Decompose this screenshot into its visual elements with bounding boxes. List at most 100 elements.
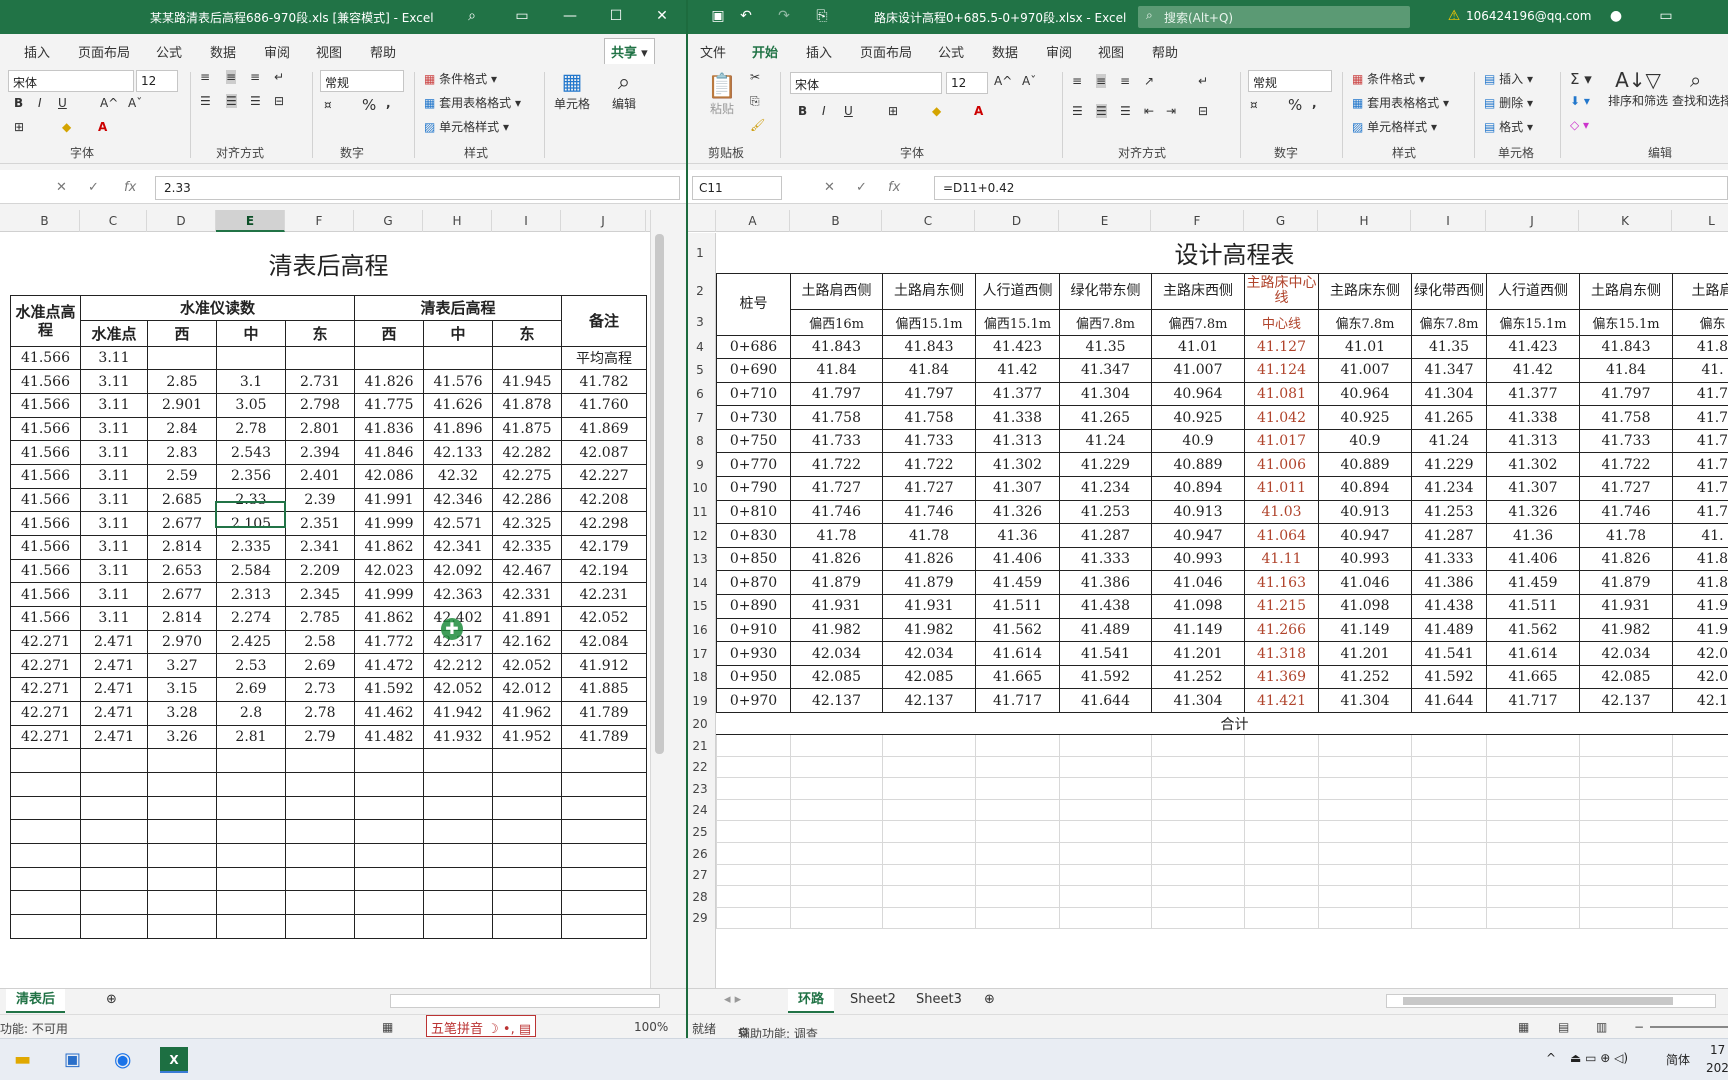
table-cell[interactable] [285,345,355,371]
column-header[interactable]: B [10,210,80,232]
table-cell[interactable]: 2.685 [147,487,217,513]
table-cell[interactable]: 42.231 [560,582,648,608]
table-cell[interactable]: 0+890 [716,594,791,619]
table-cell[interactable]: 40.993 [1151,546,1245,572]
border-icon[interactable]: ⊞ [14,120,24,134]
wrap-text-icon[interactable]: ↵ [1198,74,1208,88]
empty-cell[interactable] [1672,906,1728,930]
table-cell[interactable]: 42.052 [560,606,648,631]
table-cell[interactable]: 41.78 [790,523,883,548]
table-cell[interactable]: 41.489 [1059,617,1152,643]
empty-cell[interactable] [1579,841,1673,865]
table-cell[interactable]: 40.9 [1151,428,1245,454]
table-cell[interactable]: 41.932 [423,724,493,750]
empty-cell[interactable] [1318,841,1412,865]
empty-cell[interactable] [492,890,562,915]
table-cell[interactable]: 41.8 [1672,334,1728,360]
table-cell[interactable]: 2.401 [285,463,355,489]
column-header[interactable]: F [285,210,354,232]
table-cell[interactable]: 41.541 [1411,641,1487,666]
table-cell[interactable]: 0+970 [716,688,791,713]
table-cell[interactable]: 41.843 [1579,334,1673,360]
table-cell[interactable]: 41.566 [10,463,81,489]
table-cell[interactable]: 41.11 [1244,546,1319,572]
table-cell[interactable]: 41.318 [1244,641,1319,666]
table-cell[interactable]: 41.438 [1059,594,1152,619]
table-cell[interactable]: 41.253 [1411,499,1487,525]
table-cell[interactable]: 41.017 [1244,428,1319,454]
column-header[interactable]: J [561,210,646,232]
row-number[interactable]: 27 [688,864,712,886]
column-header[interactable]: L [1672,210,1728,232]
table-cell[interactable]: 41.377 [975,381,1060,407]
align-top-icon[interactable]: ≡ [1072,74,1082,88]
find-select-button[interactable]: ⌕ 查找和选择 [1672,68,1728,109]
tab-data[interactable]: 数据 [992,42,1018,61]
save-icon[interactable]: ▣ [708,8,728,24]
empty-cell[interactable] [147,771,217,797]
table-cell[interactable]: 41.665 [975,664,1060,690]
tray-icons[interactable]: ⏏ ▭ ⊕ ◁) [1570,1051,1628,1065]
empty-cell[interactable] [716,755,791,779]
empty-cell[interactable] [1059,755,1152,779]
table-cell[interactable]: 41.326 [1486,499,1580,525]
table-cell[interactable]: 3.11 [80,392,148,418]
empty-cell[interactable] [1059,863,1152,887]
enter-icon[interactable]: ✓ [88,180,99,195]
table-cell[interactable]: 2.105 [216,511,286,536]
empty-cell[interactable] [790,906,883,930]
table-cell[interactable]: 41.566 [10,535,81,560]
empty-cell[interactable] [354,819,424,844]
empty-cell[interactable] [716,885,791,908]
tab-formulas[interactable]: 公式 [156,42,182,61]
table-cell[interactable]: 42.467 [492,558,562,584]
font-name-combo[interactable]: 宋体 [790,72,942,94]
empty-cell[interactable] [1059,885,1152,908]
currency-icon[interactable]: ¤ [324,98,332,112]
empty-cell[interactable] [1318,863,1412,887]
table-cell[interactable]: 42.137 [882,688,976,713]
table-cell[interactable]: 41.42 [1486,358,1580,383]
table-cell[interactable] [492,345,562,371]
table-cell[interactable]: 2.69 [285,653,355,679]
table-cell[interactable]: 42.227 [560,463,648,489]
row-number[interactable]: 3 [688,309,712,335]
table-cell[interactable]: 41.758 [790,405,883,430]
control-panel-icon[interactable]: ▣ [64,1049,81,1070]
table-cell[interactable]: 41.482 [354,724,424,750]
align-right-icon[interactable]: ☰ [250,94,261,108]
empty-cell[interactable] [10,748,81,773]
empty-cell[interactable] [423,771,493,797]
minimize-button[interactable]: — [560,8,580,24]
table-cell[interactable]: 41.011 [1244,476,1319,501]
table-cell[interactable]: 42.286 [492,487,562,513]
table-cell[interactable]: 2.341 [285,535,355,560]
empty-cell[interactable] [10,842,81,868]
table-cell[interactable]: 41.36 [975,523,1060,548]
empty-cell[interactable] [975,841,1060,865]
table-cell[interactable]: 41.982 [790,617,883,643]
table-cell[interactable]: 42.271 [10,677,81,702]
table-cell[interactable]: 41.127 [1244,334,1319,360]
ribbon-display-icon[interactable]: ▭ [1656,8,1676,24]
table-cell[interactable]: 40.947 [1318,523,1412,548]
table-cell[interactable]: 41.962 [492,700,562,726]
normal-view-icon[interactable]: ▦ [1518,1020,1529,1034]
table-cell[interactable]: 2.785 [285,606,355,631]
sheet-tab-sheet2[interactable]: Sheet2 [840,989,906,1013]
table-cell[interactable]: 41.007 [1318,358,1412,383]
account-email[interactable]: 106424196@qq.com [1466,9,1591,23]
empty-cell[interactable] [1579,906,1673,930]
table-cell[interactable]: 2.901 [147,392,217,418]
table-cell[interactable]: 2.798 [285,392,355,418]
table-cell[interactable]: 42.034 [790,641,883,666]
percent-icon[interactable]: % [1288,96,1302,114]
table-cell[interactable]: 41.7 [1672,428,1728,454]
table-cell[interactable]: 40.894 [1151,476,1245,501]
empty-cell[interactable] [882,841,976,865]
table-cell[interactable]: 42.084 [560,629,648,655]
table-cell[interactable]: 0+930 [716,641,791,666]
row-number[interactable]: 10 [688,476,712,501]
table-cell[interactable]: 41.265 [1059,405,1152,430]
empty-cell[interactable] [354,890,424,915]
